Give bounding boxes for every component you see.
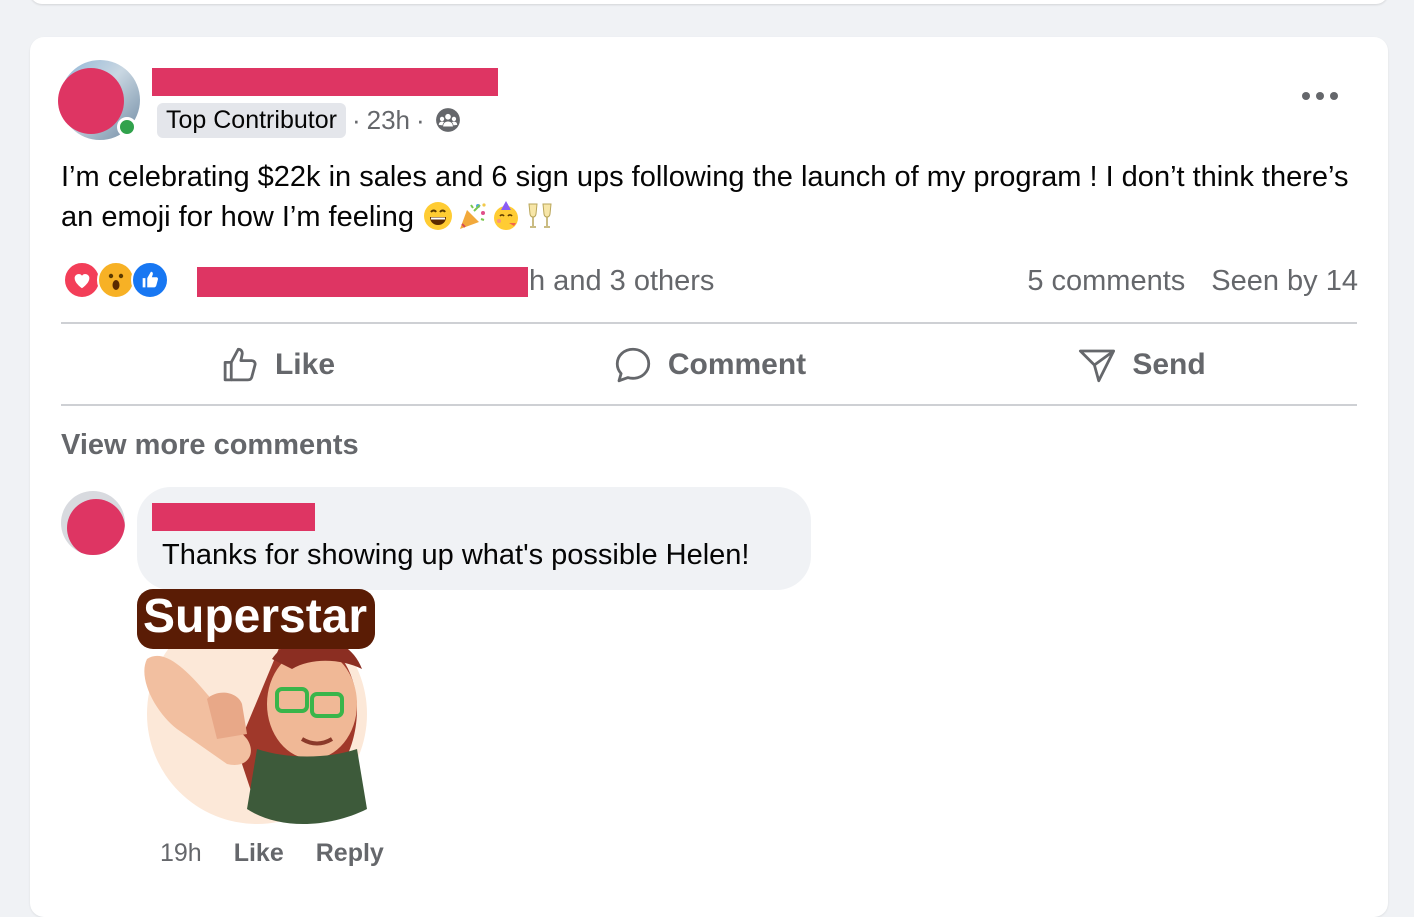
previous-post-card [30,0,1388,4]
divider [61,322,1357,324]
meta-separator: · [416,104,425,135]
reactor-name-redaction[interactable] [197,267,528,297]
post-body: I’m celebrating $22k in sales and 6 sign… [61,157,1371,237]
comment-text: Thanks for showing up what's possible He… [162,539,750,571]
seen-count[interactable]: Seen by 14 [1211,261,1358,301]
post-text: I’m celebrating $22k in sales and 6 sign… [61,161,1349,233]
send-label: Send [1132,348,1206,381]
comment-like-link[interactable]: Like [234,839,284,868]
divider [61,404,1357,406]
like-label: Like [274,348,336,381]
clinking-glasses-icon [528,203,552,228]
dot-icon [1316,92,1324,100]
like-button[interactable]: Like [61,325,493,405]
love-reaction-icon [63,261,101,299]
grinning-face-icon [424,202,453,230]
more-options-button[interactable] [1302,84,1338,108]
view-more-comments-link[interactable]: View more comments [61,429,359,462]
party-popper-icon [460,203,486,229]
commenter-avatar-redaction [67,499,125,555]
online-status-dot [117,117,137,137]
comment-label: Comment [667,348,807,381]
send-icon [1079,349,1116,383]
superstar-avatar-sticker[interactable]: Superstar [137,589,377,829]
avatar-redaction [58,68,124,134]
comment-button[interactable]: Comment [493,325,925,405]
sticker-title: Superstar [137,589,376,649]
dot-icon [1330,92,1338,100]
meta-separator: · [351,104,361,135]
post-meta: Top Contributor · 23h · [157,101,461,139]
comment-bubble: Thanks for showing up what's possible He… [137,487,811,590]
dot-icon [1302,92,1310,100]
post-card: Top Contributor · 23h · I’m celebrating … [30,37,1388,917]
reactor-summary[interactable]: h and 3 others [529,261,714,301]
comment-timestamp[interactable]: 19h [160,839,202,868]
author-avatar[interactable] [58,60,140,140]
thumbs-up-icon [223,347,257,382]
post-stats: 5 comments Seen by 14 [1027,261,1358,301]
comment-bubble-icon [615,347,650,383]
commenter-name-redaction[interactable] [152,503,315,531]
top-contributor-badge[interactable]: Top Contributor [157,102,346,138]
partying-face-icon [494,201,519,230]
group-audience-icon [435,108,460,132]
comments-count[interactable]: 5 comments [1027,261,1185,301]
reactions-row: S h and 3 others 5 comments Seen by 14 [63,261,1358,301]
like-reaction-icon [131,261,169,299]
send-button[interactable]: Send [925,325,1357,405]
comment-footer: 19h Like Reply [160,839,384,868]
post-timestamp[interactable]: 23h [367,105,410,136]
reaction-icons[interactable] [63,261,169,299]
post-action-bar: Like Comment Send [61,325,1357,405]
wow-reaction-icon [97,261,135,299]
emoji-group [422,200,556,232]
commenter-avatar[interactable] [61,491,125,555]
author-name-redaction[interactable] [152,68,498,96]
comment-reply-link[interactable]: Reply [316,839,384,868]
